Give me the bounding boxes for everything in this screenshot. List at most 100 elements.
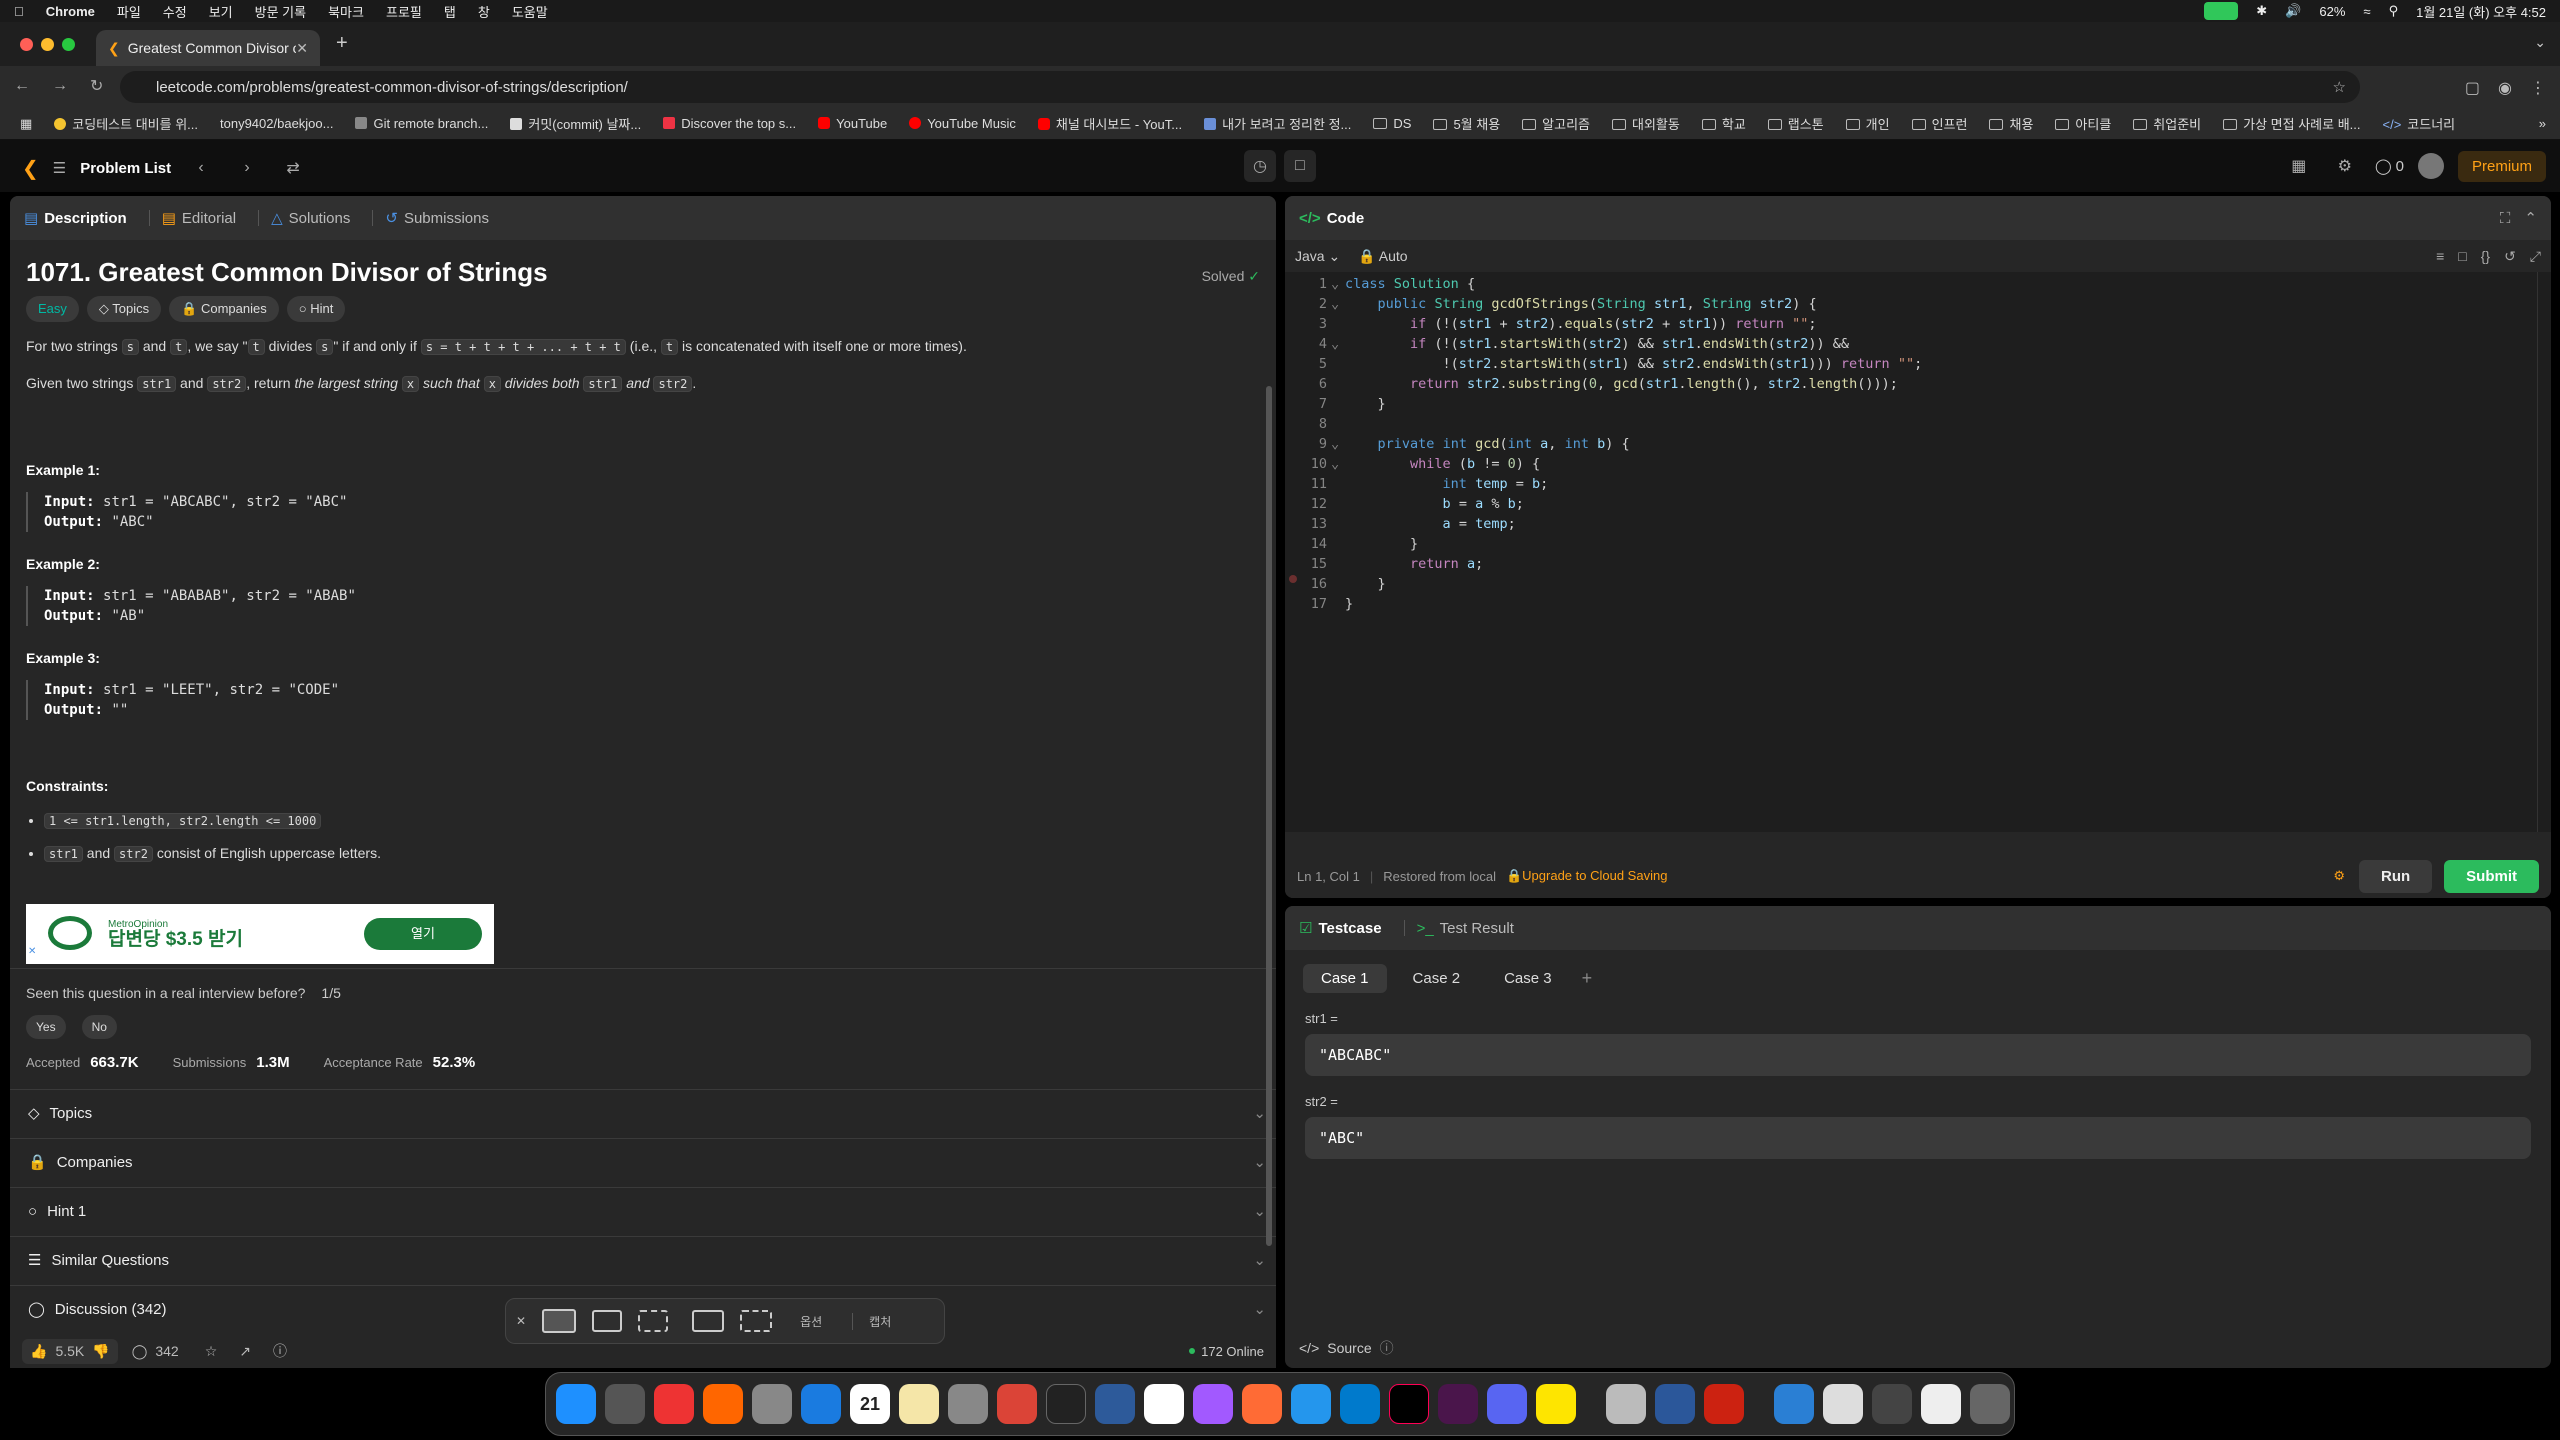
leetcode-logo-icon[interactable]: ❮	[22, 156, 39, 181]
browser-tab-active[interactable]: ❮ Greatest Common Divisor of ✕	[96, 30, 320, 66]
menu-file[interactable]: 파일	[117, 2, 141, 21]
problem-title[interactable]: 1071. Greatest Common Divisor of Strings	[26, 259, 548, 285]
favorite-star-icon[interactable]: ☆	[205, 1343, 218, 1360]
tab-description[interactable]: ▤ Description	[24, 209, 127, 228]
editor-scrollbar[interactable]	[2537, 272, 2549, 832]
bookmark-folder[interactable]: 가상 면접 사례로 배...	[2223, 114, 2361, 133]
youtube-music-icon[interactable]	[654, 1384, 694, 1424]
help-icon[interactable]: ⓘ	[1380, 1338, 1394, 1358]
topics-pill[interactable]: ◇ Topics	[86, 296, 162, 322]
ad-open-button[interactable]: 열기	[364, 918, 482, 950]
bookmark-folder[interactable]: 아티클	[2055, 114, 2111, 133]
bookmark-folder[interactable]: 랩스톤	[1767, 114, 1824, 133]
code-tab[interactable]: </> Code	[1299, 210, 1364, 227]
soundcloud-icon[interactable]	[703, 1384, 743, 1424]
profile-icon[interactable]: ◉	[2498, 78, 2512, 98]
intellij-icon[interactable]	[1389, 1384, 1429, 1424]
apps-icon[interactable]: ▦	[20, 116, 32, 132]
bookmark-folder[interactable]: 채용	[1989, 114, 2033, 133]
spotlight-icon[interactable]: ⚲	[2389, 3, 2399, 19]
breakpoint-icon[interactable]	[1289, 575, 1297, 583]
companies-pill[interactable]: 🔒 Companies	[169, 296, 279, 322]
notes-app-icon[interactable]	[899, 1384, 939, 1424]
bookmark-star-icon[interactable]: ☆	[2333, 78, 2346, 96]
help-icon[interactable]: ⓘ	[273, 1341, 287, 1361]
record-selection-icon[interactable]	[740, 1310, 773, 1332]
figma-icon[interactable]	[1193, 1384, 1233, 1424]
accordion-hint[interactable]: ○ Hint 1 ⌄	[10, 1187, 1276, 1236]
thumbs-down-icon[interactable]: 👎	[92, 1343, 109, 1360]
menu-tab[interactable]: 탭	[444, 2, 456, 21]
close-tab-icon[interactable]: ✕	[296, 40, 308, 57]
notion-icon[interactable]	[1144, 1384, 1184, 1424]
menu-app-name[interactable]: Chrome	[46, 4, 95, 19]
accordion-companies[interactable]: 🔒 Companies ⌄	[10, 1138, 1276, 1187]
bookmark-icon[interactable]: □	[2458, 248, 2466, 264]
param-input-str2[interactable]: "ABC"	[1305, 1117, 2531, 1159]
bookmark-folder[interactable]: 대외활동	[1612, 114, 1680, 133]
discord-icon[interactable]	[1487, 1384, 1527, 1424]
record-screen-icon[interactable]	[692, 1310, 725, 1332]
calendar-icon[interactable]: 21	[850, 1384, 890, 1424]
battery-text[interactable]: 62%	[2319, 4, 2345, 19]
menubar-clock[interactable]: 1월 21일 (화) 오후 4:52	[2416, 2, 2546, 21]
trash-icon[interactable]	[1970, 1384, 2010, 1424]
chrome-menu-icon[interactable]: ⋮	[2530, 78, 2546, 98]
system-settings-icon[interactable]	[948, 1384, 988, 1424]
bookmark-item[interactable]: </> 코드너리	[2383, 114, 2456, 133]
terminal-app-icon[interactable]	[1046, 1384, 1086, 1424]
bookmark-item[interactable]: 커밋(commit) 날짜...	[510, 114, 641, 133]
problem-list-link[interactable]: Problem List	[80, 160, 171, 177]
url-bar[interactable]: leetcode.com/problems/greatest-common-di…	[120, 71, 2360, 103]
docker-icon[interactable]	[1291, 1384, 1331, 1424]
apple-icon[interactable]: 	[14, 4, 24, 19]
submit-button[interactable]: Submit	[2444, 859, 2539, 893]
random-problem-icon[interactable]: ⇄	[277, 152, 309, 184]
tab-search-icon[interactable]: ⌄	[2534, 34, 2546, 51]
add-case-icon[interactable]: +	[1582, 968, 1593, 989]
next-problem-icon[interactable]: ›	[231, 152, 263, 184]
rocket-icon[interactable]	[752, 1384, 792, 1424]
case-tab-2[interactable]: Case 2	[1395, 964, 1479, 993]
recent-file-icon[interactable]	[1823, 1384, 1863, 1424]
menu-edit[interactable]: 수정	[163, 2, 187, 21]
more-bookmarks-icon[interactable]: »	[2539, 116, 2546, 131]
source-link[interactable]: </> Source ⓘ	[1299, 1338, 1394, 1358]
extensions-icon[interactable]: ▢	[2465, 78, 2480, 98]
maximize-icon[interactable]: ⛶	[2500, 210, 2511, 227]
bookmark-folder[interactable]: 5월 채용	[1433, 114, 1500, 133]
format-icon[interactable]: ≡	[2436, 248, 2444, 264]
kakaotalk-icon[interactable]	[1536, 1384, 1576, 1424]
minimize-window-icon[interactable]	[41, 38, 54, 51]
tab-submissions[interactable]: ↺ Submissions	[385, 209, 489, 228]
bookmark-youtube-music[interactable]: YouTube Music	[909, 116, 1016, 131]
description-scrollbar[interactable]	[1266, 386, 1272, 1246]
launchpad-icon[interactable]	[605, 1384, 645, 1424]
options-button[interactable]: 옵션	[800, 1313, 822, 1330]
preview-icon[interactable]	[1606, 1384, 1646, 1424]
bookmark-folder[interactable]: DS	[1373, 116, 1411, 131]
param-input-str1[interactable]: "ABCABC"	[1305, 1034, 2531, 1076]
bookmark-youtube[interactable]: YouTube	[818, 116, 887, 131]
language-select[interactable]: Java ⌄	[1295, 248, 1340, 265]
downloads-folder-icon[interactable]	[1774, 1384, 1814, 1424]
accordion-topics[interactable]: ◇ Topics ⌄	[10, 1089, 1276, 1138]
accordion-similar-questions[interactable]: ☰ Similar Questions ⌄	[10, 1236, 1276, 1285]
comments-button[interactable]: ◯ 342	[132, 1343, 179, 1360]
forward-icon[interactable]: →	[52, 77, 68, 95]
bluetooth-icon[interactable]: ✱	[2256, 3, 2267, 19]
menu-profile[interactable]: 프로필	[386, 2, 422, 21]
layout-icon[interactable]: ▦	[2283, 150, 2315, 182]
finder-icon[interactable]	[556, 1384, 596, 1424]
auto-mode[interactable]: 🔒 Auto	[1358, 248, 1407, 265]
reload-icon[interactable]: ↻	[90, 76, 103, 96]
menu-window[interactable]: 창	[478, 2, 490, 21]
capture-window-icon[interactable]	[592, 1310, 623, 1332]
advertisement-banner[interactable]: MetroOpinion 답변당 $3.5 받기 열기 ✕	[26, 904, 494, 964]
word-icon[interactable]	[1655, 1384, 1695, 1424]
settings-gear-icon[interactable]: ⚙	[2329, 150, 2361, 182]
reset-icon[interactable]: ↺	[2504, 248, 2516, 265]
recent-document-icon[interactable]	[1921, 1384, 1961, 1424]
streak-counter[interactable]: ◯ 0	[2375, 157, 2404, 176]
bookmark-item[interactable]: 채널 대시보드 - YouT...	[1037, 114, 1182, 133]
